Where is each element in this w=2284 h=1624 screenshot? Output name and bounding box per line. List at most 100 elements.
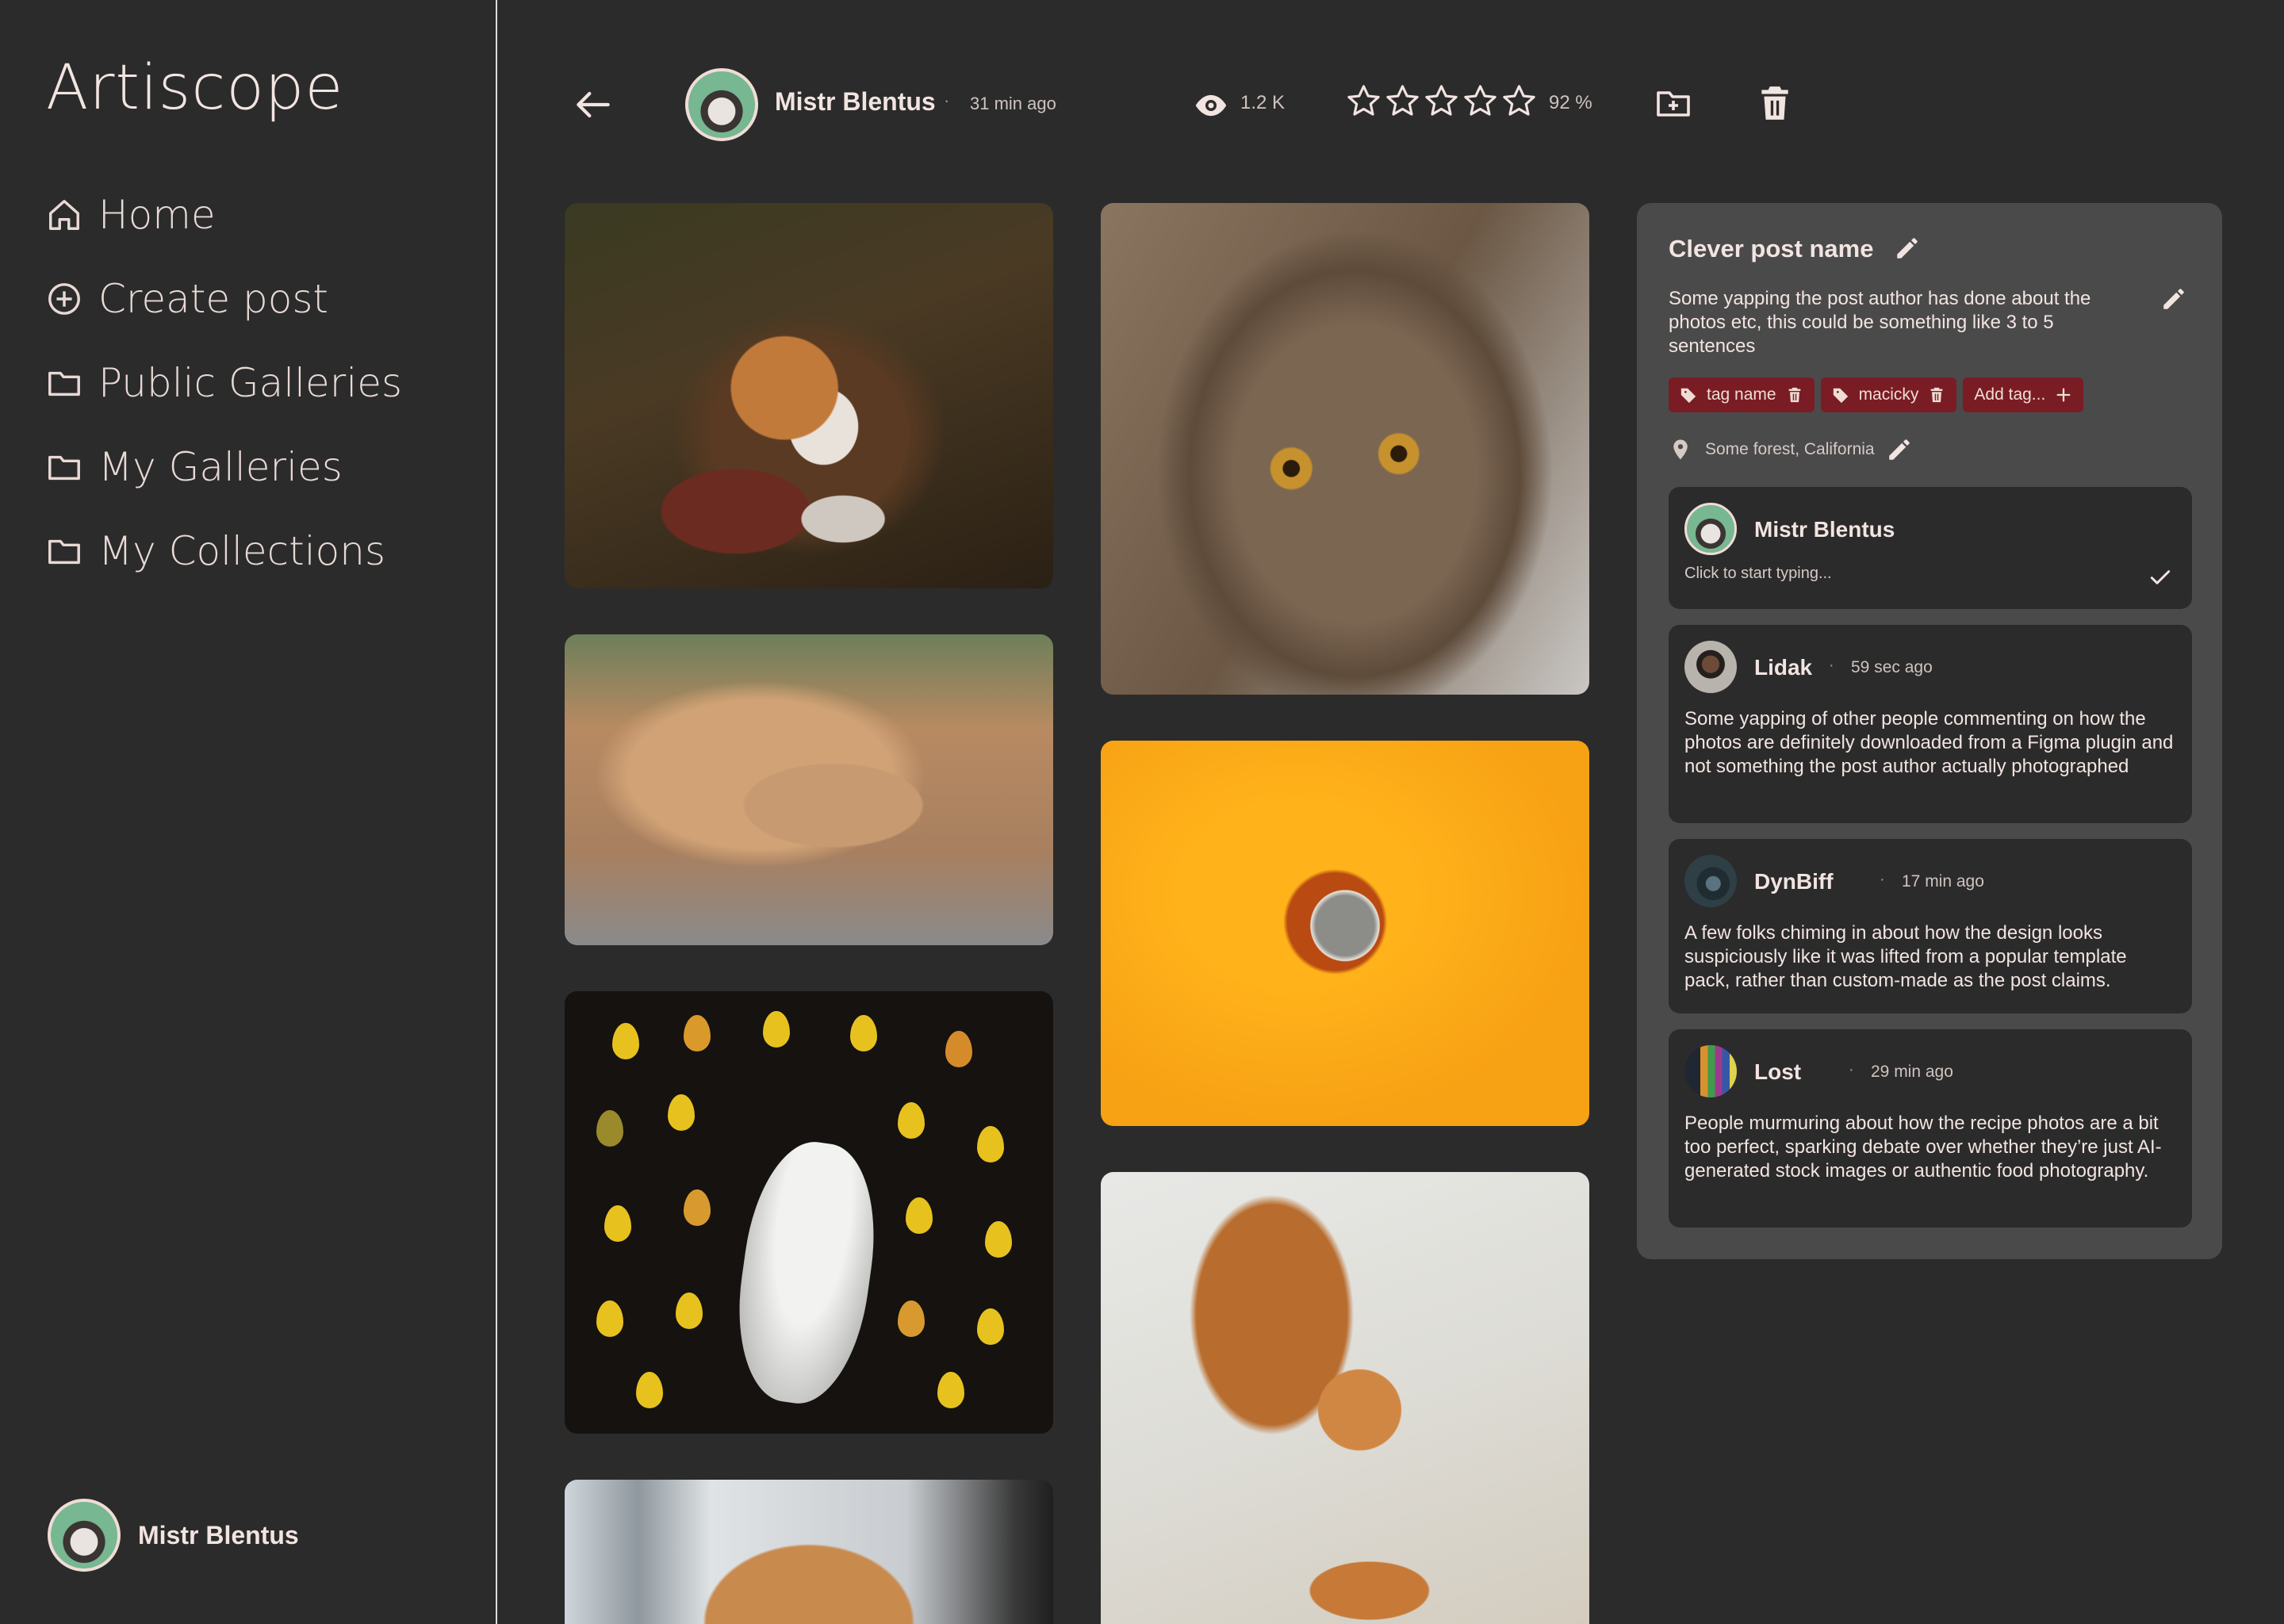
leaf	[985, 1221, 1012, 1258]
leaf	[668, 1094, 695, 1131]
comment-author[interactable]: Lidak	[1754, 655, 1812, 680]
nav-label: Create post	[98, 276, 329, 322]
tag-label: macicky	[1858, 385, 1919, 404]
folder-icon	[48, 371, 80, 396]
star-icon[interactable]	[1500, 82, 1538, 120]
main-nav: Home Create post Public Galleries My Gal…	[46, 173, 402, 593]
pencil-icon[interactable]	[1886, 436, 1913, 463]
current-user-name: Mistr Blentus	[138, 1520, 299, 1549]
leaf	[977, 1308, 1004, 1345]
leaf	[684, 1015, 711, 1051]
nav-item-my-collections[interactable]: My Collections	[46, 509, 402, 593]
comment-author[interactable]: DynBiff	[1754, 869, 1834, 894]
separator-dot: ·	[1829, 657, 1834, 674]
leaf	[604, 1205, 631, 1242]
check-icon[interactable]	[2148, 565, 2173, 590]
star-icon[interactable]	[1423, 82, 1460, 120]
sidebar: Artiscope Home Create post Public Galler…	[0, 0, 497, 1624]
tag-list: tag name macicky Add tag...	[1669, 377, 2084, 412]
post-header: Mistr Blentus · 31 min ago 1.2 K 92 %	[555, 68, 1824, 141]
map-pin-icon	[1673, 439, 1688, 460]
current-user[interactable]: Mistr Blentus	[48, 1499, 299, 1572]
star-icon[interactable]	[1462, 82, 1499, 120]
folder-plus-icon[interactable]	[1654, 84, 1692, 122]
leaf	[612, 1023, 639, 1059]
plus-icon	[2056, 388, 2071, 402]
comment-text: Some yapping of other people commenting …	[1684, 708, 2174, 777]
gallery-photo[interactable]	[565, 1480, 1053, 1624]
leaf	[937, 1372, 964, 1408]
home-icon	[49, 200, 79, 230]
nav-item-public-galleries[interactable]: Public Galleries	[46, 341, 402, 425]
comment-card: Lidak · 59 sec ago Some yapping of other…	[1669, 625, 2192, 823]
comment-text: People murmuring about how the recipe ph…	[1684, 1113, 2162, 1182]
leaf	[636, 1372, 663, 1408]
rating-percent: 92 %	[1549, 92, 1592, 113]
separator-dot: ·	[1849, 1061, 1854, 1078]
leaf	[898, 1300, 925, 1337]
view-count: 1.2 K	[1240, 92, 1286, 113]
avatar	[48, 1499, 121, 1572]
trash-icon[interactable]	[1755, 82, 1795, 124]
star-icon[interactable]	[1384, 82, 1421, 120]
leaf	[596, 1110, 623, 1147]
comment-card: Lost · 29 min ago People murmuring about…	[1669, 1029, 2192, 1228]
add-tag-button[interactable]: Add tag...	[1963, 377, 2084, 412]
avatar	[1684, 855, 1737, 907]
nav-label: Home	[98, 192, 216, 238]
avatar	[1684, 503, 1737, 555]
nav-item-create-post[interactable]: Create post	[46, 257, 402, 341]
gallery-photo[interactable]	[1101, 741, 1589, 1126]
back-arrow-icon[interactable]	[571, 82, 615, 127]
rating-stars	[1345, 82, 1538, 120]
leaf	[684, 1189, 711, 1226]
leaf	[977, 1126, 1004, 1162]
separator-dot: ·	[944, 90, 950, 110]
eye-icon	[1195, 94, 1227, 117]
add-tag-label: Add tag...	[1974, 385, 2046, 404]
folder-icon	[48, 539, 80, 565]
comment-author[interactable]: Lost	[1754, 1059, 1801, 1085]
leaf	[676, 1293, 703, 1329]
post-description: Some yapping the post author has done ab…	[1669, 288, 2091, 357]
comment-time: 59 sec ago	[1851, 658, 1933, 676]
trash-icon[interactable]	[1928, 386, 1945, 404]
nav-label: My Galleries	[98, 444, 343, 490]
gallery-photo[interactable]	[1101, 1172, 1589, 1624]
tag[interactable]: macicky	[1820, 377, 1957, 412]
comment-input[interactable]	[1684, 565, 2129, 583]
posted-time: 31 min ago	[970, 94, 1056, 113]
tag-icon	[1680, 388, 1696, 404]
comment-author: Mistr Blentus	[1754, 517, 1895, 542]
post-title: Clever post name	[1669, 235, 1874, 262]
avatar	[1684, 641, 1737, 693]
location-label: Some forest, California	[1705, 440, 1875, 458]
star-icon[interactable]	[1345, 82, 1382, 120]
trash-icon[interactable]	[1786, 386, 1803, 404]
pencil-icon[interactable]	[2160, 285, 2187, 312]
location: Some forest, California	[1669, 436, 1926, 463]
leaf	[898, 1102, 925, 1139]
post-details-panel: Clever post name Some yapping the post a…	[1637, 203, 2222, 1259]
tag-icon	[1833, 388, 1848, 404]
nav-item-home[interactable]: Home	[46, 173, 402, 257]
tag[interactable]: tag name	[1669, 377, 1815, 412]
folder-icon	[48, 455, 80, 481]
leaf	[596, 1300, 623, 1337]
kitten	[725, 1134, 888, 1411]
new-comment-card: Mistr Blentus	[1669, 487, 2192, 609]
author-avatar[interactable]	[685, 68, 758, 141]
tag-label: tag name	[1707, 385, 1776, 404]
gallery-photo[interactable]	[565, 634, 1053, 945]
nav-item-my-galleries[interactable]: My Galleries	[46, 425, 402, 509]
author-name[interactable]: Mistr Blentus	[775, 87, 936, 117]
comment-time: 29 min ago	[1871, 1063, 1953, 1081]
separator-dot: ·	[1880, 871, 1885, 888]
gallery-photo[interactable]	[1101, 203, 1589, 695]
plus-circle-icon	[48, 283, 80, 315]
leaf	[850, 1015, 877, 1051]
gallery-photo[interactable]	[565, 991, 1053, 1434]
pencil-icon[interactable]	[1894, 235, 1921, 262]
app-logo[interactable]: Artiscope	[46, 52, 343, 124]
gallery-photo[interactable]	[565, 203, 1053, 588]
